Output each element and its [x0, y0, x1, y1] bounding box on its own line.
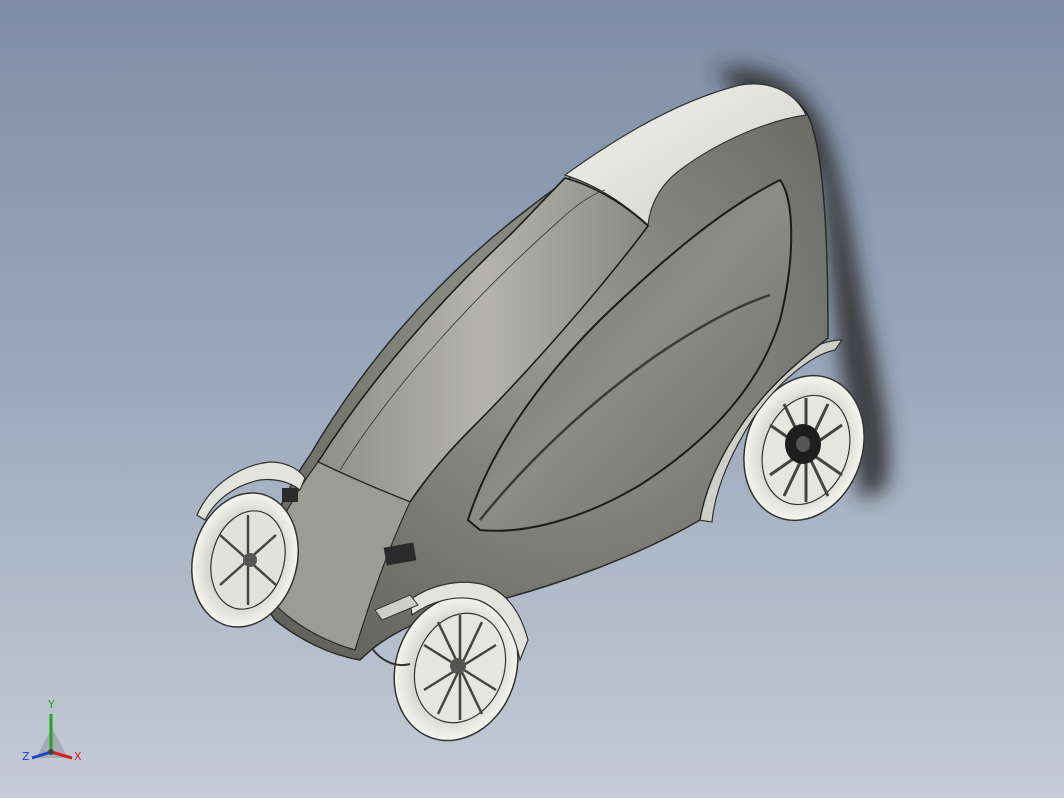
graphics-viewport[interactable]: Y X Z [0, 0, 1064, 798]
reference-triad[interactable]: Y X Z [18, 698, 88, 770]
vehicle-model[interactable] [0, 0, 1064, 798]
z-axis-label: Z [22, 750, 30, 763]
y-axis-label: Y [48, 698, 55, 711]
x-axis-label: X [74, 750, 82, 763]
